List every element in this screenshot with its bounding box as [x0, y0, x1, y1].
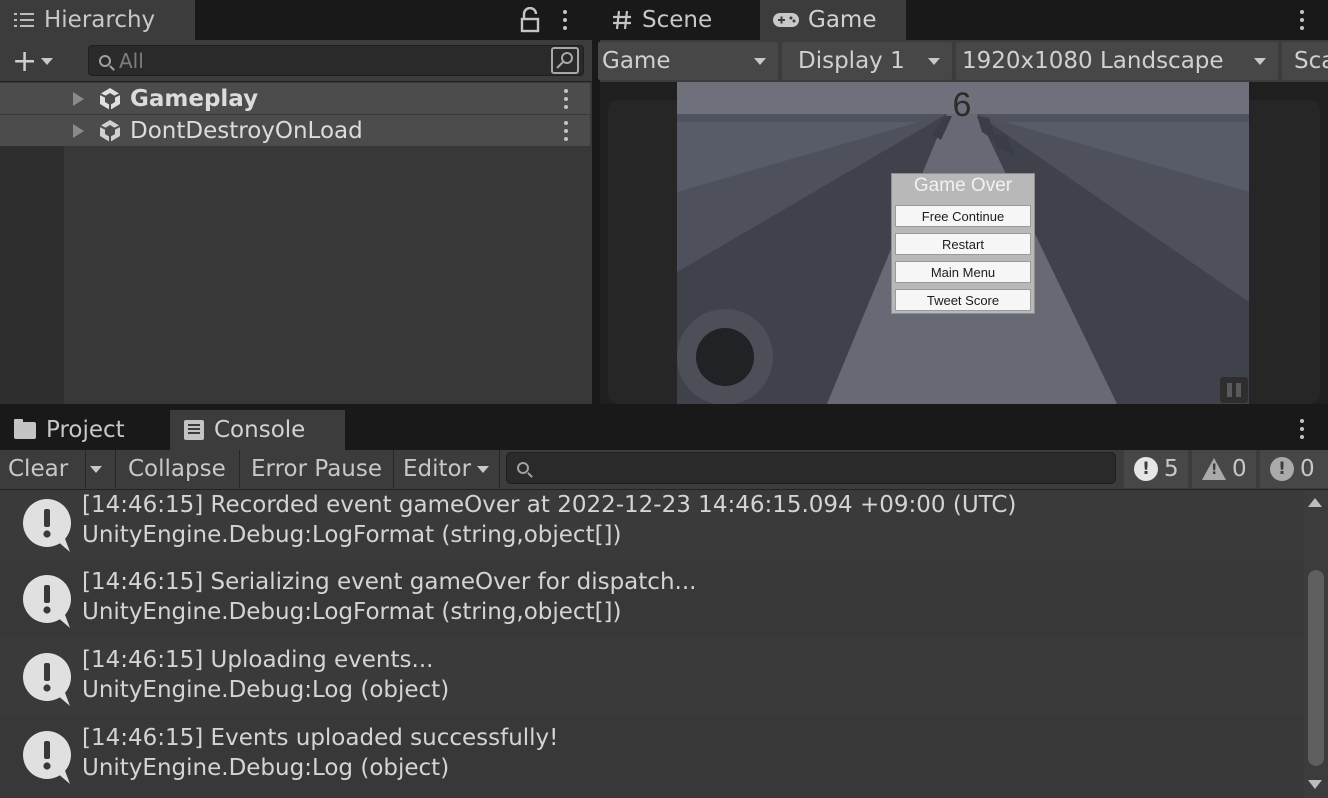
pause-button[interactable]: [1220, 377, 1248, 403]
chevron-down-icon: [928, 57, 940, 65]
display-dropdown[interactable]: Display 1: [782, 42, 952, 80]
search-icon: [517, 462, 529, 474]
chevron-down-icon: [41, 57, 54, 65]
info-message-icon: [23, 575, 71, 628]
add-object-button[interactable]: +: [8, 43, 68, 79]
pause-icon: [1227, 383, 1232, 397]
warning-count: 0: [1232, 456, 1247, 482]
hierarchy-gutter: [0, 146, 64, 404]
unity-scene-icon: [99, 87, 121, 110]
tab-game[interactable]: Game: [760, 0, 906, 40]
tab-hierarchy-label: Hierarchy: [44, 7, 156, 33]
log-count: 5: [1164, 456, 1179, 482]
log-message: [14:46:15] Recorded event gameOver at 20…: [82, 492, 1017, 518]
hierarchy-search-input[interactable]: All: [88, 45, 584, 76]
resolution-dropdown[interactable]: 1920x1080 Landscape: [956, 42, 1278, 80]
tab-scene-label: Scene: [642, 7, 713, 33]
hierarchy-search-placeholder: All: [119, 48, 144, 73]
info-message-icon: [23, 499, 71, 552]
scroll-down-icon[interactable]: [1308, 780, 1322, 789]
gamepad-icon: [773, 13, 799, 27]
hash-icon: [613, 10, 631, 30]
log-stacktrace: UnityEngine.Debug:LogFormat (string,obje…: [82, 599, 622, 625]
error-icon: !: [1270, 457, 1294, 481]
tab-console-label: Console: [214, 417, 306, 443]
view-mode-value: Game: [602, 48, 671, 74]
resolution-value: 1920x1080 Landscape: [962, 48, 1224, 74]
folder-icon: [14, 418, 36, 439]
hierarchy-item-gameplay[interactable]: Gameplay: [0, 83, 590, 114]
log-message: [14:46:15] Events uploaded successfully!: [82, 725, 559, 751]
chevron-down-icon: [90, 465, 102, 473]
warning-icon: [1202, 458, 1226, 480]
editor-target-dropdown[interactable]: Editor: [396, 450, 500, 488]
info-message-icon: [23, 653, 71, 706]
tab-console[interactable]: Console: [170, 410, 345, 450]
scale-label: Sca: [1294, 48, 1328, 74]
scroll-up-icon[interactable]: [1308, 498, 1322, 507]
clear-options-dropdown[interactable]: [86, 450, 116, 488]
expand-arrow-icon[interactable]: [73, 123, 84, 138]
error-count-toggle[interactable]: ! 0: [1260, 450, 1328, 488]
tab-project[interactable]: Project: [0, 410, 165, 450]
console-search-input[interactable]: [506, 452, 1116, 484]
chevron-down-icon: [754, 57, 766, 65]
row-more-menu-icon[interactable]: [562, 119, 570, 143]
row-more-menu-icon[interactable]: [562, 87, 570, 111]
log-message: [14:46:15] Serializing event gameOver fo…: [82, 569, 697, 595]
log-stacktrace: UnityEngine.Debug:LogFormat (string,obje…: [82, 522, 622, 548]
console-log-entry[interactable]: [14:46:15] Uploading events... UnityEngi…: [0, 638, 1304, 716]
tab-hierarchy[interactable]: Hierarchy: [0, 0, 195, 40]
hierarchy-item-label: Gameplay: [130, 85, 259, 112]
free-continue-button[interactable]: Free Continue: [895, 205, 1031, 227]
log-message: [14:46:15] Uploading events...: [82, 647, 434, 673]
game-over-title: Game Over: [913, 175, 1013, 196]
hierarchy-item-label: DontDestroyOnLoad: [130, 117, 363, 144]
game-more-menu-icon[interactable]: [1294, 6, 1310, 34]
console-log-entry[interactable]: [14:46:15] Serializing event gameOver fo…: [0, 560, 1304, 638]
unity-scene-icon: [99, 119, 121, 142]
tab-game-label: Game: [808, 7, 877, 33]
expand-arrow-icon[interactable]: [73, 91, 84, 106]
editor-target-label: Editor: [403, 456, 472, 482]
hierarchy-list-icon: [14, 12, 34, 28]
tab-project-label: Project: [46, 417, 125, 443]
hierarchy-more-menu-icon[interactable]: [555, 6, 575, 34]
restart-button[interactable]: Restart: [895, 233, 1031, 255]
collapse-toggle[interactable]: Collapse: [118, 450, 240, 488]
console-more-menu-icon[interactable]: [1294, 415, 1310, 443]
view-mode-dropdown[interactable]: Game: [598, 42, 778, 80]
chevron-down-icon: [1254, 57, 1266, 65]
display-value: Display 1: [798, 48, 905, 74]
clear-button[interactable]: Clear: [0, 450, 86, 488]
hierarchy-item-dontdestroyonload[interactable]: DontDestroyOnLoad: [0, 115, 590, 146]
console-log-entry[interactable]: [14:46:15] Events uploaded successfully!…: [0, 716, 1304, 798]
tweet-score-button[interactable]: Tweet Score: [895, 289, 1031, 311]
error-pause-toggle[interactable]: Error Pause: [242, 450, 394, 488]
warning-count-toggle[interactable]: 0: [1192, 450, 1256, 488]
console-icon: [184, 420, 204, 440]
scale-slider[interactable]: Sca: [1282, 42, 1328, 80]
lock-icon[interactable]: [518, 7, 542, 33]
tab-scene[interactable]: Scene: [600, 0, 758, 40]
console-log-entry[interactable]: [14:46:15] Recorded event gameOver at 20…: [0, 490, 1304, 560]
score-text: 6: [952, 86, 972, 124]
info-message-icon: [23, 731, 71, 784]
main-menu-button[interactable]: Main Menu: [895, 261, 1031, 283]
scrollbar-thumb[interactable]: [1308, 570, 1324, 766]
scene-search-toggle-icon[interactable]: [551, 47, 579, 74]
plus-icon: +: [12, 43, 38, 79]
chevron-down-icon: [477, 465, 490, 473]
search-icon: [99, 54, 111, 67]
error-count: 0: [1300, 456, 1315, 482]
log-count-toggle[interactable]: ! 5: [1124, 450, 1188, 488]
log-stacktrace: UnityEngine.Debug:Log (object): [82, 755, 450, 781]
log-stacktrace: UnityEngine.Debug:Log (object): [82, 677, 450, 703]
info-icon: !: [1134, 457, 1158, 481]
